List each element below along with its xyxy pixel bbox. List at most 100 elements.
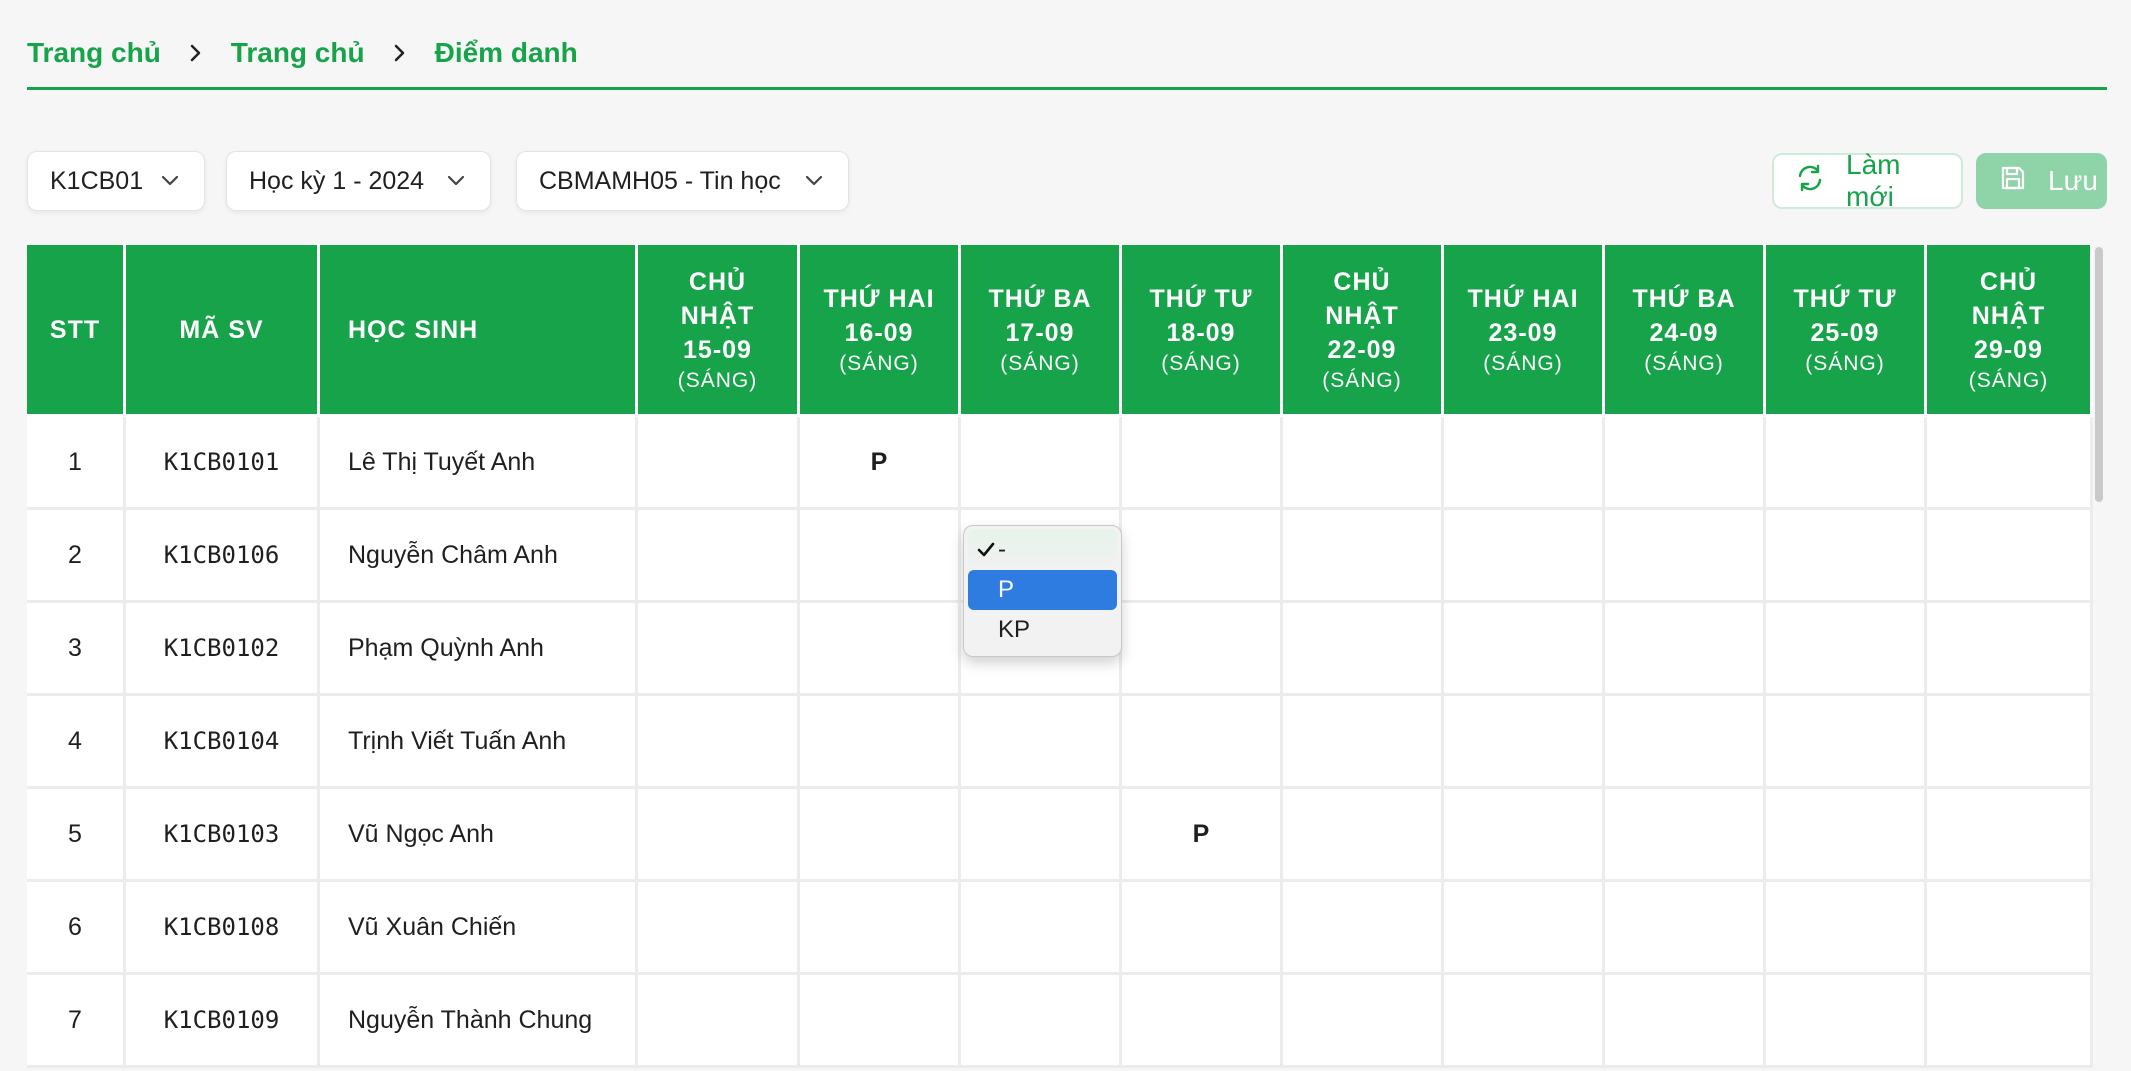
day-session: (SÁNG) xyxy=(1968,368,2049,392)
attendance-cell[interactable] xyxy=(1766,603,1927,696)
attendance-cell[interactable] xyxy=(1927,882,2093,975)
attendance-cell[interactable] xyxy=(1605,510,1766,603)
attendance-cell[interactable] xyxy=(800,696,961,789)
attendance-cell[interactable] xyxy=(800,789,961,882)
day-session: (SÁNG) xyxy=(1000,351,1080,375)
attendance-cell[interactable] xyxy=(1444,510,1605,603)
attendance-cell[interactable] xyxy=(961,975,1122,1068)
class-select[interactable]: K1CB01 xyxy=(27,151,205,211)
attendance-cell[interactable] xyxy=(1605,789,1766,882)
attendance-cell[interactable] xyxy=(1122,603,1283,696)
attendance-cell[interactable] xyxy=(638,975,800,1068)
attendance-cell[interactable] xyxy=(1605,975,1766,1068)
attendance-cell[interactable] xyxy=(638,603,800,696)
attendance-cell[interactable] xyxy=(800,603,961,696)
attendance-cell[interactable]: P xyxy=(1122,789,1283,882)
attendance-cell[interactable] xyxy=(800,975,961,1068)
attendance-cell[interactable] xyxy=(1766,975,1927,1068)
breadcrumb-attendance[interactable]: Điểm danh xyxy=(435,36,578,70)
day-line1: THỨ BA xyxy=(1632,284,1736,313)
attendance-cell[interactable] xyxy=(1122,975,1283,1068)
day-date: 29-09 xyxy=(1974,335,2043,364)
dropdown-option-kp[interactable]: KP xyxy=(968,610,1117,650)
attendance-cell[interactable] xyxy=(800,510,961,603)
attendance-cell[interactable] xyxy=(961,696,1122,789)
attendance-cell[interactable] xyxy=(1283,417,1444,510)
attendance-cell[interactable] xyxy=(1444,975,1605,1068)
attendance-cell[interactable] xyxy=(1283,789,1444,882)
attendance-cell[interactable] xyxy=(1122,510,1283,603)
attendance-cell[interactable] xyxy=(638,696,800,789)
dropdown-option-label: - xyxy=(998,536,1006,563)
breadcrumb-home-2[interactable]: Trang chủ xyxy=(231,36,365,70)
attendance-cell[interactable] xyxy=(1766,417,1927,510)
column-header-day: CHỦ NHẬT 29-09 (SÁNG) xyxy=(1927,245,2093,417)
subject-select[interactable]: CBMAMH05 - Tin học xyxy=(516,151,849,211)
attendance-cell[interactable] xyxy=(1766,510,1927,603)
row-stt: 4 xyxy=(27,696,126,789)
vertical-scrollbar[interactable] xyxy=(2095,247,2103,502)
attendance-cell[interactable] xyxy=(1927,789,2093,882)
dropdown-option-none[interactable]: - xyxy=(968,530,1117,570)
attendance-cell[interactable] xyxy=(1605,603,1766,696)
day-line1: THỨ HAI xyxy=(1467,284,1579,313)
attendance-cell[interactable] xyxy=(961,789,1122,882)
column-header-day: THỨ HAI 23-09 (SÁNG) xyxy=(1444,245,1605,417)
attendance-cell[interactable] xyxy=(1283,510,1444,603)
attendance-cell[interactable] xyxy=(1927,417,2093,510)
attendance-cell[interactable] xyxy=(1444,603,1605,696)
table-row: 7 K1CB0109 Nguyễn Thành Chung xyxy=(27,975,2093,1068)
attendance-cell[interactable] xyxy=(1122,696,1283,789)
day-session: (SÁNG) xyxy=(1161,351,1241,375)
refresh-button[interactable]: Làm mới xyxy=(1772,149,1963,212)
attendance-cell[interactable] xyxy=(1927,696,2093,789)
save-button[interactable]: Lưu xyxy=(1976,153,2107,209)
day-line1: CHỦ xyxy=(1979,267,2038,296)
attendance-cell[interactable] xyxy=(1444,417,1605,510)
attendance-cell[interactable] xyxy=(1605,882,1766,975)
attendance-cell[interactable] xyxy=(1283,882,1444,975)
column-header-day: THỨ TƯ 18-09 (SÁNG) xyxy=(1122,245,1283,417)
dropdown-option-p[interactable]: P xyxy=(968,570,1117,610)
attendance-cell[interactable] xyxy=(1122,882,1283,975)
row-student-code: K1CB0102 xyxy=(126,603,320,696)
day-line1: THỨ TƯ xyxy=(1149,284,1253,313)
attendance-cell[interactable] xyxy=(1605,417,1766,510)
attendance-cell[interactable] xyxy=(1766,882,1927,975)
attendance-cell[interactable] xyxy=(638,510,800,603)
day-session: (SÁNG) xyxy=(677,368,758,392)
breadcrumb-home[interactable]: Trang chủ xyxy=(27,36,161,70)
table-row: 1 K1CB0101 Lê Thị Tuyết Anh P xyxy=(27,417,2093,510)
subject-select-value: CBMAMH05 - Tin học xyxy=(539,166,781,195)
attendance-cell[interactable] xyxy=(638,789,800,882)
attendance-cell[interactable] xyxy=(638,417,800,510)
check-icon xyxy=(976,539,996,567)
attendance-cell[interactable] xyxy=(1122,417,1283,510)
attendance-cell[interactable] xyxy=(1444,882,1605,975)
attendance-cell[interactable] xyxy=(800,882,961,975)
row-student-code: K1CB0109 xyxy=(126,975,320,1068)
day-line2: NHẬT xyxy=(1971,301,2046,330)
row-student-name: Vũ Ngọc Anh xyxy=(320,789,638,882)
table-header-row: STT MÃ SV HỌC SINH CHỦ NHẬT 15-09 (SÁNG) TH… xyxy=(27,245,2093,417)
attendance-cell[interactable] xyxy=(1927,975,2093,1068)
attendance-cell[interactable] xyxy=(1766,789,1927,882)
attendance-cell[interactable] xyxy=(1283,696,1444,789)
attendance-cell[interactable] xyxy=(1444,789,1605,882)
attendance-cell[interactable] xyxy=(1283,603,1444,696)
attendance-cell[interactable] xyxy=(1605,696,1766,789)
attendance-cell[interactable]: P xyxy=(800,417,961,510)
attendance-cell[interactable] xyxy=(1766,696,1927,789)
attendance-dropdown-menu: - P KP xyxy=(963,525,1122,657)
attendance-cell[interactable] xyxy=(961,417,1122,510)
attendance-cell[interactable] xyxy=(1444,696,1605,789)
attendance-cell[interactable] xyxy=(1283,975,1444,1068)
attendance-cell[interactable] xyxy=(961,882,1122,975)
attendance-cell[interactable] xyxy=(1927,510,2093,603)
day-session: (SÁNG) xyxy=(1322,368,1402,392)
semester-select[interactable]: Học kỳ 1 - 2024 xyxy=(226,151,491,211)
day-line1: THỨ HAI xyxy=(823,284,935,313)
attendance-cell[interactable] xyxy=(638,882,800,975)
attendance-cell[interactable] xyxy=(1927,603,2093,696)
refresh-icon xyxy=(1796,164,1824,199)
